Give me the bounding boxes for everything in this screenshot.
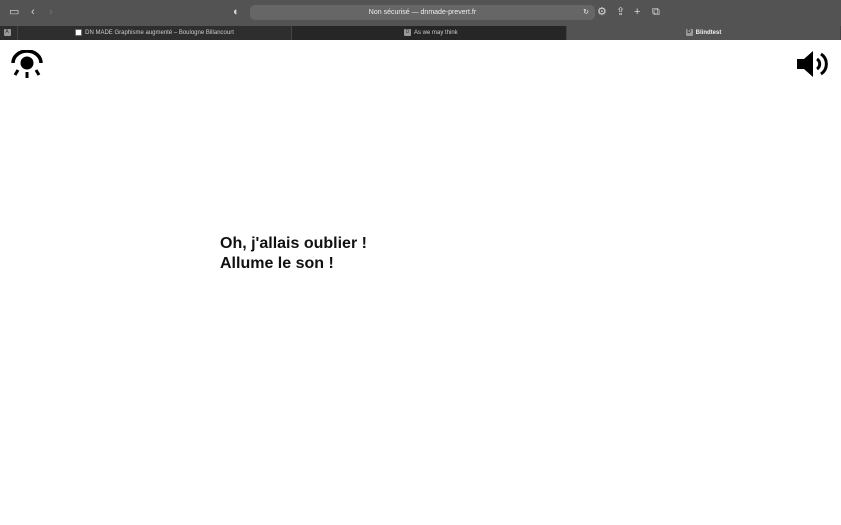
message-line-2: Allume le son ! — [220, 255, 334, 272]
tab-label: Blindtest — [695, 30, 722, 36]
tab-bar: A DN MADE Graphisme augmenté – Boulogne … — [0, 26, 841, 40]
url-text: Non sécurisé — dnmade-prevert.fr — [368, 9, 477, 16]
address-bar[interactable]: Non sécurisé — dnmade-prevert.fr ↻ — [250, 5, 595, 20]
tab-label: As we may think — [414, 30, 458, 36]
share-icon[interactable]: ⇪ — [616, 5, 625, 19]
back-button[interactable]: ‹ — [31, 5, 35, 19]
eye-icon[interactable] — [10, 50, 44, 80]
tab-blindtest[interactable]: D Blindtest — [567, 26, 841, 40]
message-line-1: Oh, j'allais oublier ! — [220, 235, 367, 252]
tab-pinned[interactable]: A — [0, 26, 18, 40]
tab-as-we-may-think[interactable]: D As we may think — [292, 26, 567, 40]
tab-favicon: A — [3, 28, 11, 36]
tab-favicon: D — [404, 28, 411, 36]
new-tab-button[interactable]: + — [634, 5, 640, 19]
shield-icon[interactable]: ◐ — [233, 5, 240, 19]
tab-label: DN MADE Graphisme augmenté – Boulogne Bi… — [85, 30, 234, 36]
tab-favicon — [75, 28, 83, 36]
tab-dnmade[interactable]: DN MADE Graphisme augmenté – Boulogne Bi… — [18, 26, 292, 40]
tab-favicon: D — [685, 28, 693, 36]
reload-icon[interactable]: ↻ — [583, 5, 589, 20]
sidebar-icon[interactable]: ▭ — [9, 5, 19, 19]
tab-overview-icon[interactable]: ⧉ — [652, 5, 660, 19]
forward-button[interactable]: › — [49, 5, 53, 19]
settings-icon[interactable]: ⚙ — [597, 5, 607, 19]
browser-toolbar: ▭ ‹ › ◐ Non sécurisé — dnmade-prevert.fr… — [0, 0, 841, 26]
speaker-icon[interactable] — [796, 49, 832, 79]
message: Oh, j'allais oublier ! Allume le son ! — [220, 234, 367, 274]
